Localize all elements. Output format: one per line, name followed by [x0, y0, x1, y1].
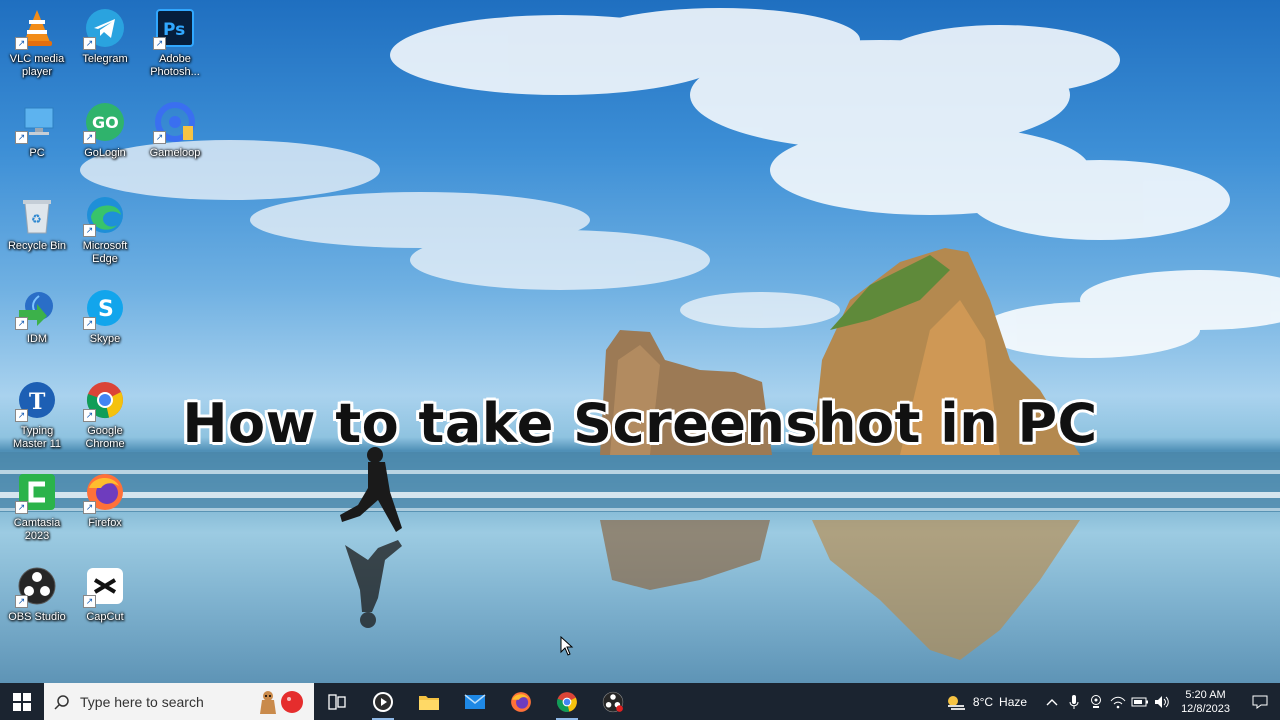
capcut-icon: ↗ — [83, 564, 127, 608]
recycle-bin-icon: ♻ — [15, 193, 59, 237]
notification-icon — [1252, 695, 1268, 709]
taskbar-media-player[interactable] — [360, 683, 406, 720]
chrome-icon — [557, 691, 577, 712]
desktop-icon-pc[interactable]: ↗ PC — [4, 100, 70, 160]
file-explorer-icon — [419, 695, 439, 710]
video-caption: How to take Screenshot in PC — [182, 392, 1098, 455]
desktop-icon-gologin[interactable]: GO ↗ GoLogin — [72, 100, 138, 160]
desktop-icon-capcut[interactable]: ↗ CapCut — [72, 564, 138, 624]
desktop-icon-label: Microsoft Edge — [82, 240, 128, 265]
desktop-icon-label: Telegram — [82, 53, 128, 65]
desktop-icon-label: VLC media player — [9, 53, 65, 78]
desktop-icon-edge[interactable]: ↗ Microsoft Edge — [72, 193, 138, 266]
obs-icon — [602, 691, 624, 712]
taskbar-mail[interactable] — [452, 683, 498, 720]
taskbar-search-box[interactable]: Type here to search — [44, 683, 314, 720]
clock-time: 5:20 AM — [1185, 688, 1226, 701]
desktop-icon-skype[interactable]: S ↗ Skype — [72, 286, 138, 346]
desktop-icon-firefox[interactable]: ↗ Firefox — [72, 470, 138, 530]
taskbar: Type here to search 8°C Haze 5:20 AM 12/… — [0, 683, 1280, 720]
desktop-icon-label: Gameloop — [149, 147, 201, 159]
desktop-icon-label: Skype — [89, 333, 121, 345]
media-player-icon — [373, 691, 393, 712]
pc-icon: ↗ — [15, 100, 59, 144]
firefox-icon — [511, 691, 531, 712]
desktop-icon-camtasia[interactable]: ↗ Camtasia 2023 — [4, 470, 70, 543]
idm-icon: ↗ — [15, 286, 59, 330]
mail-icon — [464, 693, 486, 709]
clock-date: 12/8/2023 — [1181, 702, 1230, 715]
svg-text:♻: ♻ — [31, 212, 42, 226]
webcam-icon[interactable] — [1085, 694, 1107, 710]
microphone-icon[interactable] — [1063, 694, 1085, 710]
volume-icon[interactable] — [1151, 695, 1173, 709]
desktop-icon-label: IDM — [26, 333, 48, 345]
vlc-icon: ↗ — [15, 6, 59, 50]
taskbar-clock[interactable]: 5:20 AM 12/8/2023 — [1181, 688, 1230, 716]
weather-widget[interactable]: 8°C Haze — [945, 693, 1027, 711]
gologin-icon: GO ↗ — [83, 100, 127, 144]
system-tray: 8°C Haze 5:20 AM 12/8/2023 — [945, 683, 1280, 720]
chevron-up-icon[interactable] — [1041, 698, 1063, 706]
desktop-icon-label: CapCut — [86, 611, 124, 623]
desktop-icon-telegram[interactable]: ↗ Telegram — [72, 6, 138, 66]
desktop-icon-vlc[interactable]: ↗ VLC media player — [4, 6, 70, 79]
svg-text:GO: GO — [92, 113, 119, 132]
photoshop-icon: Ps ↗ — [153, 6, 197, 50]
desktop-icon-label: Recycle Bin — [7, 240, 67, 252]
search-doodle-icon[interactable] — [256, 688, 304, 716]
haze-sun-icon — [947, 695, 965, 710]
obs-icon: ↗ — [15, 564, 59, 608]
windows-logo-icon — [13, 692, 31, 711]
svg-text:Ps: Ps — [163, 20, 185, 40]
search-icon — [54, 694, 69, 710]
wifi-icon[interactable] — [1107, 695, 1129, 709]
battery-icon[interactable] — [1129, 697, 1151, 707]
desktop-icon-label: PC — [29, 147, 45, 159]
skype-icon: S ↗ — [83, 286, 127, 330]
weather-condition: Haze — [999, 694, 1028, 709]
notification-center-button[interactable] — [1240, 694, 1280, 710]
firefox-icon: ↗ — [83, 470, 127, 514]
taskbar-file-explorer[interactable] — [406, 683, 452, 720]
search-placeholder: Type here to search — [80, 693, 204, 710]
mouse-cursor-icon — [560, 636, 574, 656]
desktop-icon-obs[interactable]: ↗ OBS Studio — [4, 564, 70, 624]
taskbar-firefox[interactable] — [498, 683, 544, 720]
desktop-icon-label: GoLogin — [84, 147, 126, 159]
desktop-icon-label: Firefox — [88, 517, 122, 529]
desktop-icon-recycle-bin[interactable]: ♻ Recycle Bin — [4, 193, 70, 253]
desktop-icon-label: Camtasia 2023 — [13, 517, 61, 542]
svg-text:S: S — [98, 297, 114, 322]
edge-icon: ↗ — [83, 193, 127, 237]
taskbar-chrome[interactable] — [544, 683, 590, 720]
task-view-icon — [328, 693, 346, 710]
gameloop-icon: ↗ — [153, 100, 197, 144]
weather-temperature: 8°C — [972, 694, 994, 709]
desktop-icon-gameloop[interactable]: ↗ Gameloop — [142, 100, 208, 160]
desktop-icon-photoshop[interactable]: Ps ↗ Adobe Photosh... — [142, 6, 208, 79]
telegram-icon: ↗ — [83, 6, 127, 50]
desktop-icon-idm[interactable]: ↗ IDM — [4, 286, 70, 346]
start-button[interactable] — [0, 683, 44, 720]
taskbar-obs[interactable] — [590, 683, 636, 720]
camtasia-icon: ↗ — [15, 470, 59, 514]
desktop-icon-label: Adobe Photosh... — [150, 53, 200, 78]
desktop-icon-label: OBS Studio — [8, 611, 66, 623]
task-view-button[interactable] — [314, 683, 360, 720]
